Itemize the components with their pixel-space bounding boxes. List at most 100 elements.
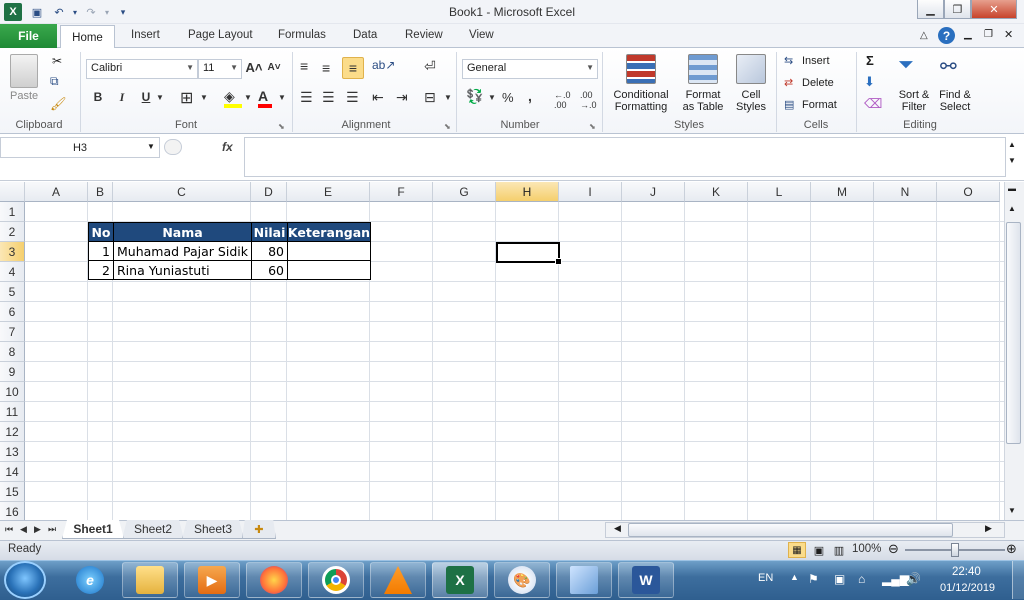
number-dialog-launcher-icon[interactable]: ⬊: [589, 122, 596, 131]
row-header-6[interactable]: 6: [0, 302, 25, 322]
select-all-corner[interactable]: [0, 182, 25, 202]
autosum-button[interactable]: Σ: [866, 53, 874, 68]
copy-icon[interactable]: ⧉: [50, 74, 59, 89]
ribbon-minimize-icon[interactable]: △: [920, 30, 928, 41]
taskbar-notepad[interactable]: [556, 562, 612, 598]
scroll-right-icon[interactable]: ▶: [985, 523, 992, 534]
insert-sheet-icon[interactable]: ✚: [242, 520, 276, 539]
tab-file[interactable]: File: [0, 24, 57, 48]
table-cell-no[interactable]: 1: [88, 241, 114, 261]
bold-button[interactable]: B: [90, 90, 106, 104]
borders-dropdown-icon[interactable]: ▼: [200, 93, 208, 102]
page-break-view-icon[interactable]: ▥: [830, 542, 848, 558]
align-top-icon[interactable]: ≡: [300, 58, 308, 74]
clock-time[interactable]: 22:40: [952, 566, 981, 578]
column-header-b[interactable]: B: [88, 182, 113, 202]
column-header-n[interactable]: N: [874, 182, 937, 202]
tab-home[interactable]: Home: [60, 25, 115, 49]
sheet-tab-sheet3[interactable]: Sheet3: [182, 520, 244, 539]
tab-data[interactable]: Data: [353, 29, 377, 41]
tab-insert[interactable]: Insert: [131, 29, 160, 41]
format-as-table-icon[interactable]: [688, 54, 718, 84]
row-header-12[interactable]: 12: [0, 422, 25, 442]
accounting-format-icon[interactable]: 💱: [466, 88, 483, 105]
page-layout-view-icon[interactable]: ▣: [810, 542, 828, 558]
wrap-text-icon[interactable]: ⏎: [424, 58, 436, 75]
name-box[interactable]: H3: [0, 137, 160, 158]
align-middle-icon[interactable]: ≡: [322, 60, 330, 76]
orientation-icon[interactable]: ab↗: [372, 58, 395, 72]
table-cell-nilai[interactable]: 80: [251, 241, 288, 261]
column-header-g[interactable]: G: [433, 182, 496, 202]
doc-close-icon[interactable]: ✕: [1004, 28, 1013, 41]
help-icon[interactable]: ?: [938, 27, 955, 44]
row-header-8[interactable]: 8: [0, 342, 25, 362]
binoculars-icon[interactable]: ⚯: [940, 54, 957, 79]
column-header-e[interactable]: E: [287, 182, 370, 202]
formula-bar-handle-icon[interactable]: [164, 139, 182, 155]
conditional-formatting-icon[interactable]: [626, 54, 656, 84]
shrink-font-icon[interactable]: A˅: [266, 62, 282, 73]
zoom-in-icon[interactable]: ⊕: [1006, 541, 1017, 557]
align-right-icon[interactable]: ☰: [346, 89, 359, 106]
row-header-13[interactable]: 13: [0, 442, 25, 462]
percent-button[interactable]: %: [502, 90, 514, 105]
align-bottom-icon[interactable]: ≡: [342, 57, 364, 79]
zoom-level[interactable]: 100%: [852, 543, 881, 555]
taskbar-explorer[interactable]: [122, 562, 178, 598]
borders-icon[interactable]: ⊞: [180, 88, 193, 108]
row-header-14[interactable]: 14: [0, 462, 25, 482]
column-header-d[interactable]: D: [251, 182, 287, 202]
formula-scroll-down-icon[interactable]: ▼: [1008, 156, 1016, 165]
taskbar-firefox[interactable]: [246, 562, 302, 598]
doc-minimize-icon[interactable]: ▁: [964, 29, 972, 40]
active-cell-cursor[interactable]: [496, 242, 562, 265]
network-signal-icon[interactable]: ▂▄▆: [882, 572, 909, 586]
formula-input[interactable]: [244, 137, 1006, 177]
comma-button[interactable]: ,: [528, 88, 532, 104]
grow-font-icon[interactable]: A˄: [246, 60, 263, 75]
row-header-16[interactable]: 16: [0, 502, 25, 520]
table-cell-keterangan[interactable]: [287, 241, 371, 261]
taskbar-ie[interactable]: e: [62, 562, 118, 598]
align-left-icon[interactable]: ☰: [300, 89, 313, 106]
scroll-left-icon[interactable]: ◀: [614, 523, 621, 534]
row-header-1[interactable]: 1: [0, 202, 25, 222]
scroll-down-icon[interactable]: ▼: [1008, 506, 1016, 515]
fill-icon[interactable]: ⬇: [864, 74, 875, 90]
font-color-dropdown-icon[interactable]: ▼: [278, 93, 286, 102]
row-header-5[interactable]: 5: [0, 282, 25, 302]
insert-function-button[interactable]: fx: [222, 140, 233, 154]
decrease-indent-icon[interactable]: ⇤: [372, 89, 384, 106]
number-format-combo[interactable]: General ▼: [462, 59, 598, 79]
name-box-dropdown-icon[interactable]: ▼: [147, 142, 155, 151]
font-color-icon[interactable]: A: [258, 88, 268, 104]
row-header-2[interactable]: 2: [0, 222, 25, 242]
font-name-combo[interactable]: Calibri ▼: [86, 59, 198, 79]
volume-icon[interactable]: 🔊: [906, 572, 921, 586]
table-cell-nama[interactable]: Rina Yuniastuti: [113, 260, 252, 280]
cell-styles-button[interactable]: Cell Styles: [730, 89, 772, 113]
cut-icon[interactable]: ✂: [52, 54, 62, 68]
font-dialog-launcher-icon[interactable]: ⬊: [278, 122, 285, 131]
action-center-flag-icon[interactable]: ⚑: [808, 572, 819, 586]
taskbar-media-player[interactable]: ▶: [184, 562, 240, 598]
taskbar-excel[interactable]: X: [432, 562, 488, 598]
clear-icon[interactable]: ⌫: [864, 96, 882, 112]
tray-expand-icon[interactable]: ▲: [790, 572, 799, 582]
paste-button[interactable]: Paste: [10, 90, 38, 102]
format-cells-button[interactable]: Format: [802, 99, 837, 111]
taskbar-paint[interactable]: 🎨: [494, 562, 550, 598]
row-header-10[interactable]: 10: [0, 382, 25, 402]
row-header-3[interactable]: 3: [0, 242, 25, 262]
row-header-7[interactable]: 7: [0, 322, 25, 342]
doc-restore-icon[interactable]: ❐: [984, 29, 993, 40]
split-handle-icon[interactable]: ▬: [1008, 184, 1016, 193]
horizontal-scroll-thumb[interactable]: [628, 523, 953, 537]
taskbar-vlc[interactable]: [370, 562, 426, 598]
restore-button[interactable]: ❐: [944, 0, 971, 19]
column-header-i[interactable]: I: [559, 182, 622, 202]
font-size-combo[interactable]: 11 ▼: [198, 59, 242, 79]
row-header-4[interactable]: 4: [0, 262, 25, 282]
language-indicator[interactable]: EN: [758, 572, 773, 584]
